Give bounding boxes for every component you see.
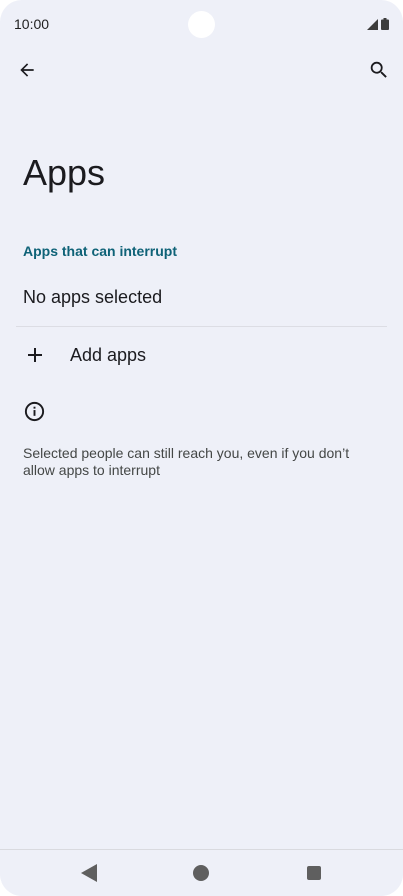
navigation-bar bbox=[0, 849, 403, 896]
circle-home-icon bbox=[193, 865, 209, 881]
page-title: Apps bbox=[23, 152, 106, 193]
no-apps-text: No apps selected bbox=[23, 287, 163, 307]
signal-icon bbox=[367, 17, 378, 35]
status-icons bbox=[367, 17, 389, 35]
nav-home-button[interactable] bbox=[191, 863, 211, 883]
info-text: Selected people can still reach you, eve… bbox=[23, 445, 350, 478]
status-bar: 10:00 bbox=[0, 0, 403, 48]
battery-icon bbox=[381, 17, 389, 35]
app-bar bbox=[0, 52, 403, 92]
search-icon bbox=[370, 61, 387, 78]
phone-screen: 10:00 Apps Apps that can interrupt No ap… bbox=[0, 0, 403, 896]
plus-icon bbox=[23, 343, 47, 372]
info-icon bbox=[23, 400, 46, 428]
add-apps-label: Add apps bbox=[70, 345, 147, 365]
nav-back-button[interactable] bbox=[79, 863, 99, 883]
section-header: Apps that can interrupt bbox=[23, 243, 178, 259]
square-recents-icon bbox=[307, 866, 321, 880]
add-apps-button[interactable]: Add apps bbox=[0, 331, 403, 381]
triangle-back-icon bbox=[81, 864, 97, 882]
search-button[interactable] bbox=[361, 52, 397, 88]
camera-cutout bbox=[188, 11, 215, 38]
back-button[interactable] bbox=[9, 52, 45, 88]
arrow-back-icon bbox=[20, 63, 34, 77]
status-time: 10:00 bbox=[14, 16, 50, 32]
divider bbox=[16, 326, 387, 327]
nav-recents-button[interactable] bbox=[304, 863, 324, 883]
